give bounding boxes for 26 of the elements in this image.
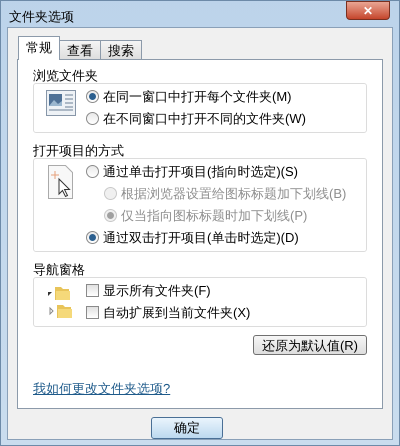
option-label: 在同一窗口中打开每个文件夹(M) bbox=[103, 88, 292, 106]
group-title: 浏览文件夹 bbox=[33, 68, 99, 84]
radio-button[interactable] bbox=[86, 165, 99, 178]
help-link[interactable]: 我如何更改文件夹选项? bbox=[33, 378, 170, 398]
option-label: 自动扩展到当前文件夹(X) bbox=[103, 304, 250, 322]
option-label: 通过双击打开项目(单击时选定)(D) bbox=[103, 228, 299, 247]
option-label: 仅当指向图标标题时加下划线(P) bbox=[121, 206, 308, 225]
checkbox[interactable] bbox=[86, 306, 99, 319]
option-label: 根据浏览器设置给图标标题加下划线(B) bbox=[121, 184, 346, 203]
ok-button[interactable]: 确定 bbox=[151, 416, 223, 438]
restore-defaults-button[interactable]: 还原为默认值(R) bbox=[252, 334, 367, 354]
tab[interactable]: 搜索 bbox=[100, 40, 142, 60]
tab[interactable]: 常规 bbox=[18, 36, 60, 60]
document-cursor-icon bbox=[48, 164, 74, 198]
option-label: 通过单击打开项目(指向时选定)(S) bbox=[103, 162, 298, 181]
group-title: 导航窗格 bbox=[33, 262, 86, 278]
radio-button[interactable] bbox=[86, 90, 99, 103]
window-layout-icon bbox=[46, 90, 76, 116]
checkbox[interactable] bbox=[86, 284, 99, 297]
radio-button[interactable] bbox=[86, 231, 99, 244]
tab[interactable]: 查看 bbox=[59, 40, 101, 60]
window-title: 文件夹选项 bbox=[9, 8, 74, 26]
group-title: 打开项目的方式 bbox=[33, 142, 125, 158]
radio-button[interactable] bbox=[86, 112, 99, 125]
option-label: 在不同窗口中打开不同的文件夹(W) bbox=[103, 110, 306, 128]
option-label: 显示所有文件夹(F) bbox=[103, 282, 211, 300]
